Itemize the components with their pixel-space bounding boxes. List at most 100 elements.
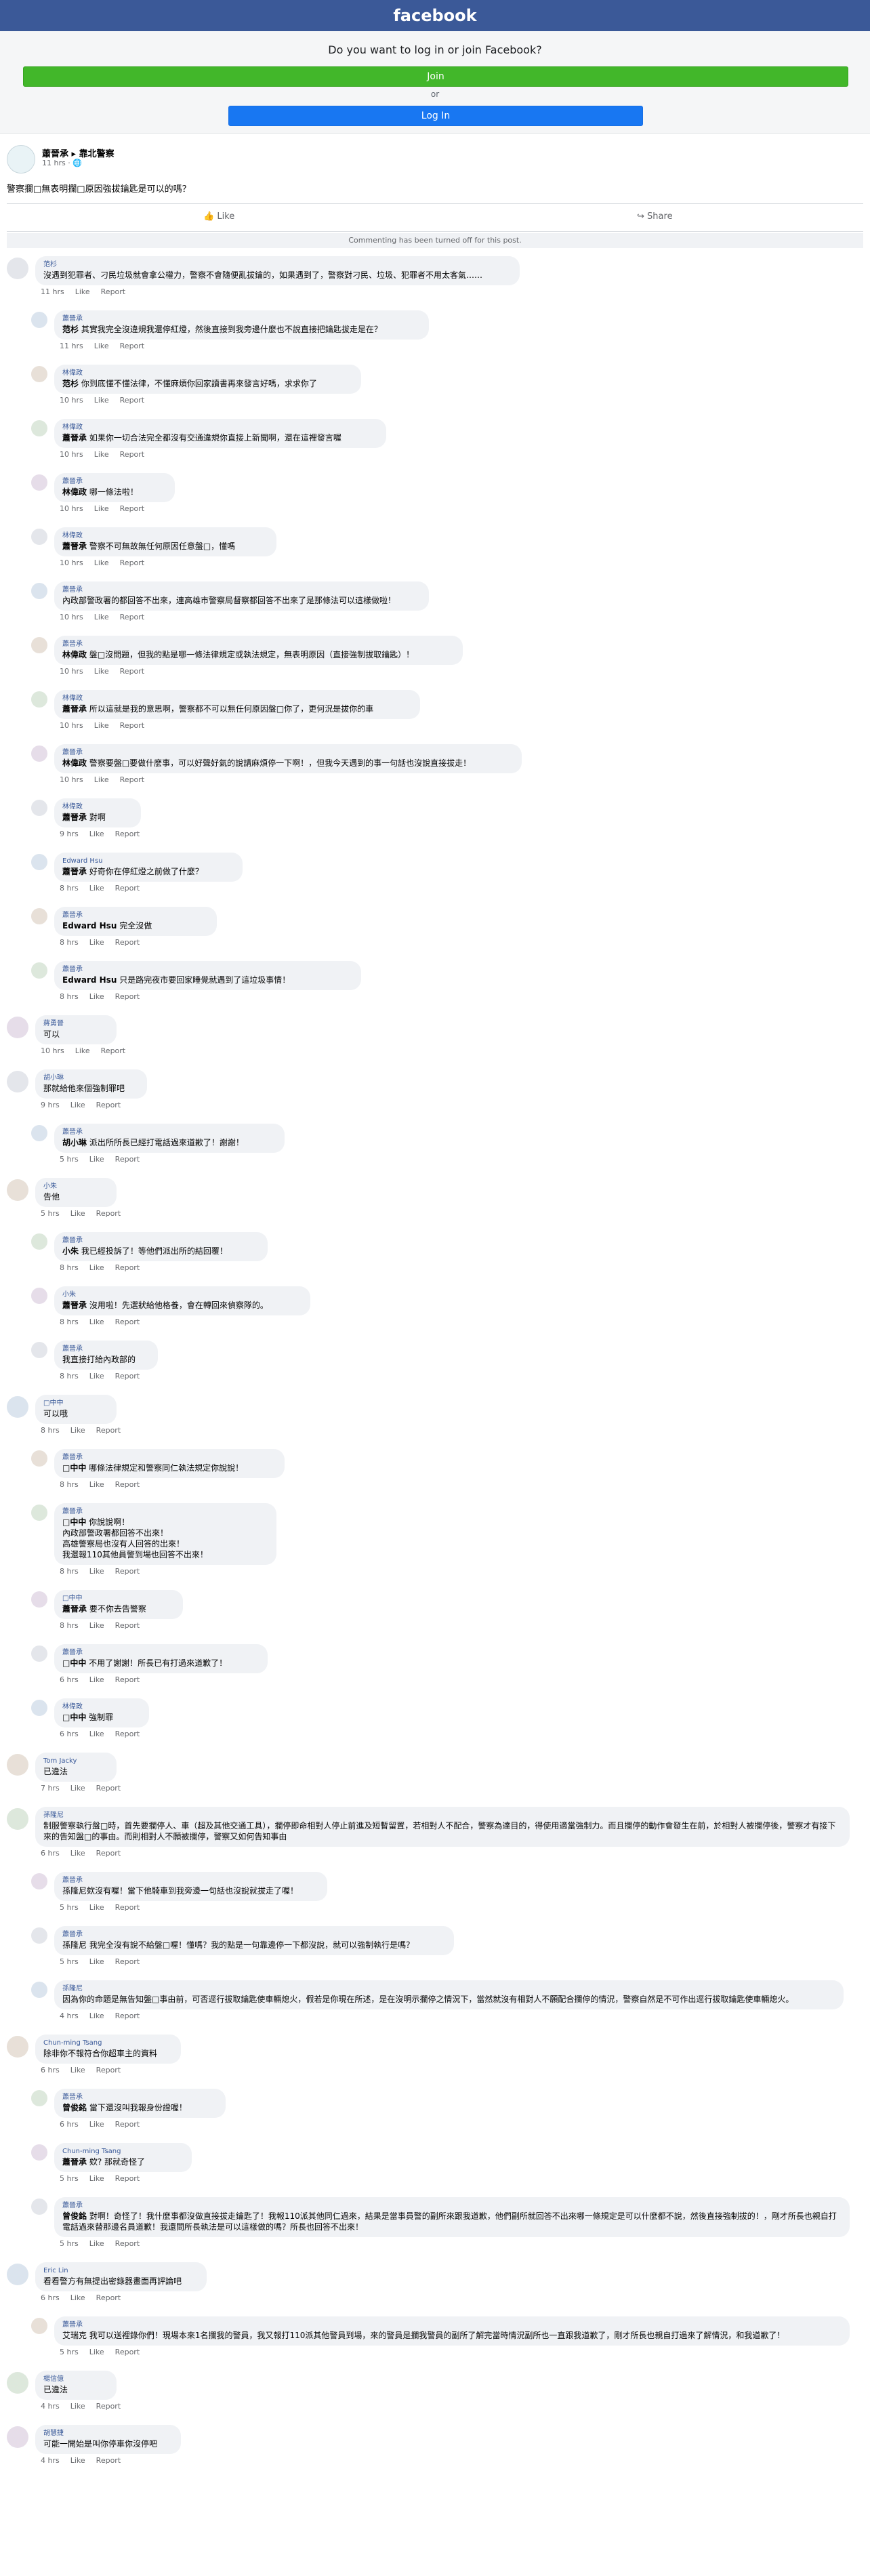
commenter-name[interactable]: 林偉政 [62,369,353,378]
commenter-avatar[interactable] [7,1396,28,1418]
comment-like-link[interactable]: Like [70,2456,85,2465]
comment-like-link[interactable]: Like [89,992,104,1001]
comment-like-link[interactable]: Like [89,938,104,947]
comment-report-link[interactable]: Report [115,938,140,947]
comment-report-link[interactable]: Report [120,450,144,459]
comment-time[interactable]: 8 hrs [60,1372,79,1381]
mentioned-user[interactable]: 蕭晉承 [62,704,87,714]
commenter-name[interactable]: 蕭晉承 [62,1128,276,1137]
comment-report-link[interactable]: Report [115,2348,140,2356]
commenter-avatar[interactable] [7,2264,28,2285]
mentioned-user[interactable]: 曾俊銘 [62,2211,87,2221]
commenter-avatar[interactable] [31,1505,47,1521]
comment-like-link[interactable]: Like [89,1567,104,1576]
comment-time[interactable]: 10 hrs [60,504,83,513]
commenter-avatar[interactable] [31,691,47,708]
commenter-avatar[interactable] [31,2318,47,2334]
commenter-name[interactable]: 林偉政 [62,802,133,812]
comment-report-link[interactable]: Report [115,2011,140,2020]
comment-time[interactable]: 8 hrs [60,1480,79,1489]
comment-report-link[interactable]: Report [101,287,125,296]
commenter-name[interactable]: 蕭晉承 [62,1453,276,1463]
comment-report-link[interactable]: Report [115,1903,140,1912]
commenter-avatar[interactable] [31,745,47,762]
commenter-name[interactable]: 蕭晉承 [62,2093,218,2102]
commenter-avatar[interactable] [7,1179,28,1201]
commenter-avatar[interactable] [31,854,47,870]
mentioned-user[interactable]: 曾俊銘 [62,2103,87,2112]
mentioned-user[interactable]: 蕭晉承 [62,813,87,822]
mentioned-user[interactable]: 蕭晉承 [62,867,87,876]
comment-like-link[interactable]: Like [89,2174,104,2183]
comment-like-link[interactable]: Like [89,2011,104,2020]
mentioned-user[interactable]: 林偉政 [62,758,87,768]
comment-time[interactable]: 7 hrs [41,1784,60,1793]
comment-like-link[interactable]: Like [75,1046,90,1055]
comment-like-link[interactable]: Like [94,450,109,459]
comment-report-link[interactable]: Report [115,1957,140,1966]
comment-time[interactable]: 5 hrs [60,1155,79,1164]
commenter-avatar[interactable] [31,1700,47,1716]
comment-like-link[interactable]: Like [89,830,104,838]
comment-report-link[interactable]: Report [120,396,144,405]
login-button[interactable]: Log In [228,106,643,126]
comment-time[interactable]: 11 hrs [60,342,83,350]
comment-time[interactable]: 6 hrs [60,1730,79,1738]
comment-report-link[interactable]: Report [115,2239,140,2248]
comment-report-link[interactable]: Report [115,1155,140,1164]
commenter-avatar[interactable] [31,2144,47,2161]
commenter-avatar[interactable] [31,1645,47,1662]
commenter-name[interactable]: 蕭晉承 [62,911,209,920]
mentioned-user[interactable]: □中中 [62,1463,86,1473]
comment-like-link[interactable]: Like [89,2239,104,2248]
comment-like-link[interactable]: Like [70,1426,85,1435]
comment-time[interactable]: 6 hrs [41,2066,60,2074]
mentioned-user[interactable]: 蕭晉承 [62,2157,87,2167]
comment-time[interactable]: 5 hrs [60,2174,79,2183]
commenter-avatar[interactable] [31,908,47,924]
commenter-name[interactable]: 蕭晉承 [62,1507,268,1517]
comment-like-link[interactable]: Like [89,1730,104,1738]
comment-time[interactable]: 9 hrs [41,1101,60,1109]
commenter-avatar[interactable] [7,2372,28,2394]
commenter-avatar[interactable] [7,1071,28,1092]
comment-time[interactable]: 8 hrs [41,1426,60,1435]
comment-like-link[interactable]: Like [70,2293,85,2302]
mentioned-user[interactable]: 蕭晉承 [62,433,87,443]
comment-time[interactable]: 8 hrs [60,1263,79,1272]
commenter-avatar[interactable] [31,366,47,382]
comment-like-link[interactable]: Like [94,342,109,350]
comment-report-link[interactable]: Report [120,667,144,676]
commenter-name[interactable]: Chun-ming Tsang [62,2147,184,2156]
mentioned-user[interactable]: □中中 [62,1517,86,1527]
comment-like-link[interactable]: Like [89,1675,104,1684]
post-author[interactable]: 蕭晉承 ▸ 靠北警察 [42,146,115,159]
mentioned-user[interactable]: 林偉政 [62,650,87,659]
mentioned-user[interactable]: 蕭晉承 [62,1604,87,1614]
mentioned-user[interactable]: □中中 [62,1713,86,1722]
commenter-name[interactable]: 林偉政 [62,694,412,703]
commenter-name[interactable]: 胡慧捷 [43,2429,173,2438]
commenter-name[interactable]: 蕭晉承 [62,1236,260,1246]
commenter-name[interactable]: 蕭晉承 [62,748,514,758]
comment-like-link[interactable]: Like [70,2066,85,2074]
comment-time[interactable]: 11 hrs [41,287,64,296]
commenter-name[interactable]: 胡小琳 [43,1074,139,1083]
comment-like-link[interactable]: Like [70,2402,85,2411]
commenter-name[interactable]: 蕭晉承 [62,1930,446,1940]
mentioned-user[interactable]: 范杉 [62,379,79,388]
comment-like-link[interactable]: Like [89,2348,104,2356]
comment-time[interactable]: 5 hrs [41,1209,60,1218]
comment-report-link[interactable]: Report [115,830,140,838]
commenter-name[interactable]: Chun-ming Tsang [43,2039,173,2048]
commenter-name[interactable]: 小朱 [62,1290,302,1300]
comment-like-link[interactable]: Like [89,1621,104,1630]
author-avatar[interactable] [7,145,35,173]
comment-like-link[interactable]: Like [89,1263,104,1272]
comment-like-link[interactable]: Like [94,667,109,676]
comment-like-link[interactable]: Like [89,884,104,893]
comment-time[interactable]: 6 hrs [41,1849,60,1858]
commenter-avatar[interactable] [31,1873,47,1889]
comment-time[interactable]: 8 hrs [60,1567,79,1576]
comment-time[interactable]: 8 hrs [60,992,79,1001]
